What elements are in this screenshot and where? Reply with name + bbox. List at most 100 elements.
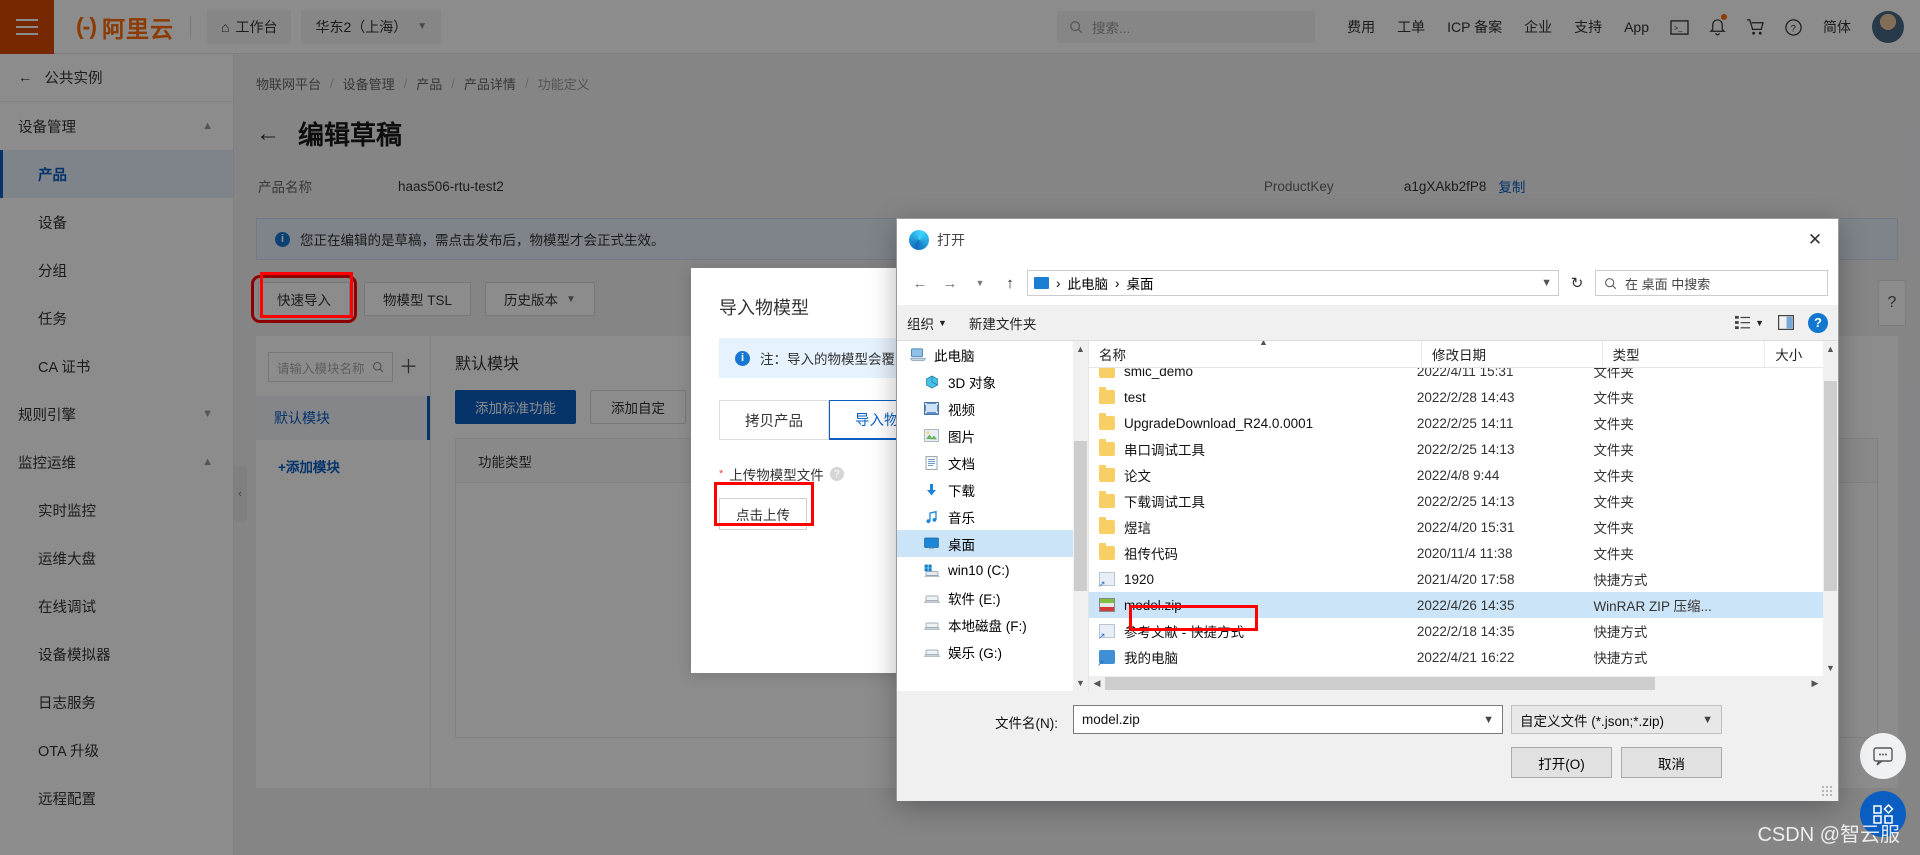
header-link-fee[interactable]: 费用 (1336, 17, 1386, 37)
instance-back-link[interactable]: ← 公共实例 (0, 54, 233, 102)
view-list-icon[interactable]: ▼ (1734, 315, 1764, 330)
sidebar-item-device-simulator[interactable]: 设备模拟器 (0, 630, 233, 678)
page-back-arrow-icon[interactable]: ← (256, 121, 280, 146)
tree-item-drive-e[interactable]: 软件 (E:) (897, 584, 1088, 611)
add-standard-function-button[interactable]: 添加标准功能 (455, 390, 576, 424)
module-item-default[interactable]: 默认模块 (256, 396, 430, 440)
tree-item-videos[interactable]: 视频 (897, 395, 1088, 422)
tree-item-music[interactable]: 音乐 (897, 503, 1088, 530)
sidebar-item-task[interactable]: 任务 (0, 294, 233, 342)
header-link-support[interactable]: 支持 (1563, 17, 1613, 37)
table-row[interactable]: 1920 2021/4/20 17:58 快捷方式 (1089, 566, 1823, 592)
chevron-down-icon[interactable]: ▼ (1702, 714, 1713, 726)
address-crumb-this-pc[interactable]: 此电脑 (1068, 273, 1109, 293)
scrollbar-thumb[interactable] (1105, 677, 1655, 690)
tree-item-downloads[interactable]: 下载 (897, 476, 1088, 503)
tree-item-3d-objects[interactable]: 3D 对象 (897, 368, 1088, 395)
table-row[interactable]: 祖传代码 2020/11/4 11:38 文件夹 (1089, 540, 1823, 566)
forward-icon[interactable]: → (937, 270, 963, 296)
panel-collapse-handle[interactable]: ‹ (233, 466, 247, 522)
table-row[interactable]: 下载调试工具 2022/2/25 14:13 文件夹 (1089, 488, 1823, 514)
recent-locations-icon[interactable]: ▼ (967, 270, 993, 296)
tsl-model-button[interactable]: 物模型 TSL (364, 282, 472, 316)
global-search-input[interactable]: 搜索... (1057, 11, 1315, 43)
header-link-ticket[interactable]: 工单 (1386, 17, 1436, 37)
resize-grip[interactable] (1821, 785, 1833, 797)
header-link-app[interactable]: App (1613, 19, 1660, 35)
tree-item-documents[interactable]: 文档 (897, 449, 1088, 476)
header-link-icp[interactable]: ICP 备案 (1436, 17, 1513, 37)
address-crumb-desktop[interactable]: 桌面 (1127, 273, 1154, 293)
scroll-down-icon[interactable]: ▼ (1073, 675, 1088, 691)
click-upload-button[interactable]: 点击上传 (719, 498, 807, 530)
cancel-button[interactable]: 取消 (1621, 747, 1722, 778)
table-row[interactable]: test 2022/2/28 14:43 文件夹 (1089, 384, 1823, 410)
scroll-up-icon[interactable]: ▲ (1073, 341, 1088, 357)
tree-item-this-pc[interactable]: 此电脑 (897, 341, 1088, 368)
sidebar-item-online-debug[interactable]: 在线调试 (0, 582, 233, 630)
table-row[interactable]: 我的电脑 2022/4/21 16:22 快捷方式 (1089, 644, 1823, 670)
module-search-input[interactable]: 请输入模块名称 (268, 352, 393, 382)
help-side-tab[interactable]: ? (1878, 280, 1906, 326)
copy-product-key-button[interactable]: 复制 (1498, 176, 1525, 196)
menu-toggle-button[interactable] (0, 0, 54, 54)
up-icon[interactable]: ↑ (997, 270, 1023, 296)
console-icon[interactable]: >_ (1660, 0, 1698, 54)
breadcrumb-item-device-management[interactable]: 设备管理 (343, 74, 395, 93)
sidebar-item-remote-config[interactable]: 远程配置 (0, 774, 233, 822)
cart-icon[interactable] (1736, 0, 1774, 54)
table-row[interactable]: 煜琂 2022/4/20 15:31 文件夹 (1089, 514, 1823, 540)
column-header-date[interactable]: 修改日期 (1422, 341, 1603, 367)
scroll-right-icon[interactable]: ▶ (1807, 676, 1823, 691)
filetype-select[interactable]: 自定义文件 (*.json;*.zip) ▼ (1511, 705, 1722, 734)
table-row[interactable]: model.zip 2022/4/26 14:35 WinRAR ZIP 压缩.… (1089, 592, 1823, 618)
question-icon[interactable]: ? (829, 467, 844, 481)
avatar[interactable] (1872, 11, 1904, 43)
sidebar-item-ota-upgrade[interactable]: OTA 升级 (0, 726, 233, 774)
sidebar-item-device[interactable]: 设备 (0, 198, 233, 246)
preview-pane-icon[interactable] (1778, 315, 1794, 330)
refresh-icon[interactable]: ↻ (1563, 270, 1591, 296)
brand-logo[interactable]: (-) 阿里云 (76, 10, 174, 44)
bell-icon[interactable] (1698, 0, 1736, 54)
address-bar[interactable]: › 此电脑 › 桌面 ▼ (1027, 270, 1559, 296)
file-list-vertical-scrollbar[interactable]: ▲ ▼ (1823, 341, 1838, 691)
table-row[interactable]: UpgradeDownload_R24.0.0001 2022/2/25 14:… (1089, 410, 1823, 436)
open-button[interactable]: 打开(O) (1511, 747, 1612, 778)
history-version-button[interactable]: 历史版本 ▼ (485, 282, 595, 316)
scroll-down-icon[interactable]: ▼ (1823, 660, 1838, 676)
chevron-down-icon[interactable]: ▼ (1541, 277, 1552, 289)
breadcrumb-item-iot-platform[interactable]: 物联网平台 (256, 74, 321, 93)
feedback-icon[interactable] (1860, 733, 1906, 779)
quick-import-button[interactable]: 快速导入 (251, 275, 357, 323)
tree-item-pictures[interactable]: 图片 (897, 422, 1088, 449)
help-icon[interactable]: ? (1774, 0, 1812, 54)
add-module-icon[interactable]: ＋ (399, 358, 418, 377)
new-folder-button[interactable]: 新建文件夹 (969, 313, 1037, 333)
workbench-button[interactable]: ⌂ 工作台 (206, 9, 292, 44)
breadcrumb-item-product[interactable]: 产品 (416, 74, 442, 93)
sidebar-item-realtime-monitor[interactable]: 实时监控 (0, 486, 233, 534)
language-selector[interactable]: 简体 (1812, 17, 1862, 37)
tab-copy-product[interactable]: 拷贝产品 (719, 400, 829, 440)
add-custom-function-button[interactable]: 添加自定 (590, 390, 686, 424)
sidebar-group-monitoring[interactable]: 监控运维 ▲ (0, 438, 233, 486)
table-row[interactable]: 串口调试工具 2022/2/25 14:13 文件夹 (1089, 436, 1823, 462)
help-icon[interactable]: ? (1808, 312, 1828, 333)
sidebar-item-log-service[interactable]: 日志服务 (0, 678, 233, 726)
organize-button[interactable]: 组织 ▼ (907, 313, 947, 333)
breadcrumb-item-product-detail[interactable]: 产品详情 (464, 74, 516, 93)
sidebar-item-product[interactable]: 产品 (0, 150, 233, 198)
column-header-name[interactable]: 名称 ▲ (1089, 341, 1423, 367)
sidebar-item-ca-certificate[interactable]: CA 证书 (0, 342, 233, 390)
table-row[interactable]: 论文 2022/4/8 9:44 文件夹 (1089, 462, 1823, 488)
tree-scrollbar[interactable]: ▲ ▼ (1073, 341, 1088, 691)
scrollbar-thumb[interactable] (1824, 381, 1837, 591)
scrollbar-thumb[interactable] (1074, 441, 1087, 591)
filename-input[interactable]: model.zip ▼ (1073, 705, 1503, 734)
scroll-left-icon[interactable]: ◀ (1089, 676, 1105, 691)
chevron-down-icon[interactable]: ▼ (1483, 714, 1494, 726)
sidebar-item-group[interactable]: 分组 (0, 246, 233, 294)
sidebar-group-device-management[interactable]: 设备管理 ▲ (0, 102, 233, 150)
add-module-button[interactable]: +添加模块 (256, 440, 430, 476)
